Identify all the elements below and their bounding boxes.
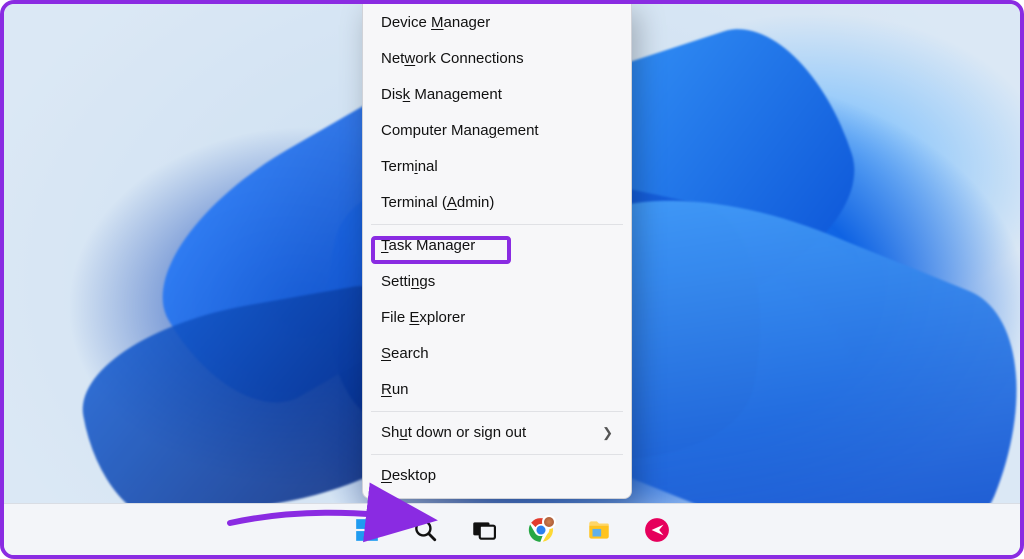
menu-item-run[interactable]: Run [363,372,631,408]
menu-separator [371,224,623,225]
menu-item-settings[interactable]: Settings [363,264,631,300]
screenshot-frame: Device Manager Network Connections Disk … [0,0,1024,559]
menu-item-disk-management[interactable]: Disk Management [363,77,631,113]
menu-item-desktop[interactable]: Desktop [363,458,631,494]
menu-item-device-manager[interactable]: Device Manager [363,5,631,41]
task-view-icon [470,517,496,543]
menu-item-terminal[interactable]: Terminal [363,149,631,185]
taskbar-app-media[interactable] [636,509,678,551]
taskbar-app-chrome[interactable] [520,509,562,551]
taskbar-search-button[interactable] [404,509,446,551]
taskbar [4,503,1020,555]
menu-item-search[interactable]: Search [363,336,631,372]
menu-item-terminal-admin[interactable]: Terminal (Admin) [363,185,631,221]
chevron-right-icon: ❯ [592,423,613,443]
windows-logo-icon [354,517,380,543]
menu-item-computer-management[interactable]: Computer Management [363,113,631,149]
media-app-icon [644,517,670,543]
menu-separator [371,411,623,412]
chrome-profile-badge-icon [542,515,556,529]
menu-item-task-manager[interactable]: Task Manager [363,228,631,264]
task-view-button[interactable] [462,509,504,551]
search-icon [412,517,438,543]
menu-item-shut-down-sign-out[interactable]: Shut down or sign out ❯ [363,415,631,451]
winx-context-menu: Device Manager Network Connections Disk … [362,2,632,499]
menu-item-network-connections[interactable]: Network Connections [363,41,631,77]
folder-icon [586,517,612,543]
start-button[interactable] [346,509,388,551]
taskbar-app-file-explorer[interactable] [578,509,620,551]
menu-item-file-explorer[interactable]: File Explorer [363,300,631,336]
menu-separator [371,454,623,455]
